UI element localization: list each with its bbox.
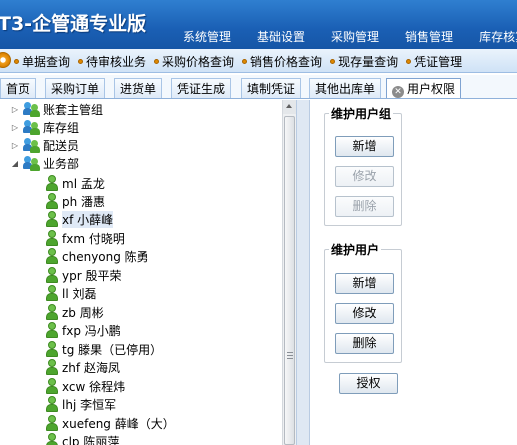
tab-user-permissions[interactable]: ✕ 用户权限 [386, 78, 462, 98]
user-icon [45, 230, 59, 246]
tree-user-selected[interactable]: xf 小薛峰 [45, 210, 114, 228]
tree-user[interactable]: chenyong 陈勇 [45, 247, 149, 265]
tree-user[interactable]: ml 孟龙 [45, 174, 105, 192]
user-icon [45, 359, 59, 375]
authorize-button[interactable]: 授权 [339, 373, 398, 394]
tree-user[interactable]: clp 陈丽萍 [45, 432, 119, 445]
gear-icon[interactable] [0, 52, 11, 68]
tree-group-inventory[interactable]: ▷ 库存组 [10, 118, 79, 136]
tree-user[interactable]: ll 刘磊 [45, 284, 96, 302]
tree-user[interactable]: tg 滕果（已停用） [45, 340, 162, 358]
user-box: 维护用户 新增 修改 删除 [324, 241, 402, 363]
user-icon [45, 304, 59, 320]
tree-user[interactable]: fxm 付晓明 [45, 229, 125, 247]
add-user-button[interactable]: 新增 [335, 273, 394, 294]
edit-user-button[interactable]: 修改 [335, 303, 394, 324]
tab-receipt[interactable]: 进货单 [114, 78, 163, 98]
scrollbar-thumb[interactable] [284, 116, 295, 445]
user-group-box: 维护用户组 新增 修改 删除 [324, 105, 402, 226]
menu-sales-management[interactable]: 销售管理 [405, 28, 453, 45]
tree-user[interactable]: ph 潘惠 [45, 192, 105, 210]
expand-icon[interactable]: ▷ [10, 141, 20, 150]
quick-document-query[interactable]: 单据查询 [14, 53, 70, 70]
menu-inventory-accounting[interactable]: 库存核算 [479, 28, 517, 45]
tab-voucher-fill[interactable]: 填制凭证 [241, 78, 302, 98]
app-header: T3-企管通专业版 系统管理 基础设置 采购管理 销售管理 库存核算 [0, 0, 517, 49]
group-icon [23, 119, 41, 135]
menu-basic-settings[interactable]: 基础设置 [257, 28, 305, 45]
user-icon [45, 175, 59, 191]
tab-user-permissions-label: 用户权限 [407, 82, 456, 96]
menu-purchase-management[interactable]: 采购管理 [331, 28, 379, 45]
scroll-up-icon[interactable] [283, 100, 296, 114]
quick-toolbar: 单据查询 待审核业务 采购价格查询 销售价格查询 现存量查询 凭证管理 [0, 49, 517, 73]
quick-pending-review[interactable]: 待审核业务 [78, 53, 146, 70]
tree-group-business-dept[interactable]: ◢ 业务部 [10, 154, 79, 172]
add-group-button[interactable]: 新增 [335, 136, 394, 157]
bullet-icon [242, 59, 248, 64]
quick-voucher-management[interactable]: 凭证管理 [406, 53, 462, 70]
tree-user[interactable]: zhf 赵海凤 [45, 358, 120, 376]
tab-voucher-generate[interactable]: 凭证生成 [171, 78, 232, 98]
bullet-icon [406, 59, 412, 64]
app-title: T3-企管通专业版 [0, 13, 147, 35]
close-icon[interactable]: ✕ [392, 86, 404, 98]
quick-stock-query[interactable]: 现存量查询 [330, 53, 398, 70]
tree-group-account-managers[interactable]: ▷ 账套主管组 [10, 100, 103, 118]
user-icon [45, 248, 59, 264]
action-panel: 维护用户组 新增 修改 删除 维护用户 新增 修改 删除 授权 [310, 100, 517, 445]
user-box-title: 维护用户 [329, 241, 382, 258]
user-icon [45, 285, 59, 301]
bullet-icon [154, 59, 160, 64]
bullet-icon [14, 59, 19, 64]
tree-scrollbar[interactable] [282, 100, 296, 445]
tab-bar: 首页 采购订单 进货单 凭证生成 填制凭证 其他出库单 ✕ 用户权限 [0, 75, 517, 99]
user-icon [45, 211, 59, 227]
user-icon [45, 322, 59, 338]
quick-sales-price-query[interactable]: 销售价格查询 [242, 53, 322, 70]
delete-group-button[interactable]: 删除 [335, 196, 394, 217]
tab-purchase-order[interactable]: 采购订单 [45, 78, 106, 98]
group-icon [23, 137, 41, 153]
bullet-icon [330, 59, 336, 64]
user-icon [45, 415, 59, 431]
user-group-box-title: 维护用户组 [329, 105, 394, 122]
delete-user-button[interactable]: 删除 [335, 333, 394, 354]
tree-user[interactable]: lhj 李恒军 [45, 395, 116, 413]
user-icon [45, 267, 59, 283]
panel-splitter[interactable] [296, 100, 310, 445]
user-icon [45, 433, 59, 445]
user-icon [45, 193, 59, 209]
user-tree: ▷ 账套主管组 ▷ 库存组 ▷ 配送员 ◢ 业务部 ml 孟龙 ph 潘惠 xf… [0, 100, 296, 445]
user-icon [45, 378, 59, 394]
group-icon [23, 155, 41, 171]
group-icon [23, 101, 41, 117]
tree-user[interactable]: ypr 殷平荣 [45, 266, 121, 284]
tree-user[interactable]: xcw 徐程炜 [45, 377, 125, 395]
bullet-icon [78, 59, 84, 64]
grip-icon [287, 352, 293, 360]
tree-user[interactable]: zb 周彬 [45, 303, 104, 321]
tree-group-delivery[interactable]: ▷ 配送员 [10, 136, 79, 154]
edit-group-button[interactable]: 修改 [335, 166, 394, 187]
expand-icon[interactable]: ▷ [10, 105, 20, 114]
user-icon [45, 341, 59, 357]
tab-other-outbound[interactable]: 其他出库单 [309, 78, 382, 98]
menu-system-management[interactable]: 系统管理 [183, 28, 231, 45]
expand-icon[interactable]: ▷ [10, 123, 20, 132]
quick-purchase-price-query[interactable]: 采购价格查询 [154, 53, 234, 70]
tab-home[interactable]: 首页 [0, 78, 37, 98]
tree-user[interactable]: fxp 冯小鹏 [45, 321, 121, 339]
collapse-icon[interactable]: ◢ [10, 159, 20, 168]
top-menu: 系统管理 基础设置 采购管理 销售管理 库存核算 [183, 28, 517, 45]
tree-user[interactable]: xuefeng 薛峰（大） [45, 414, 175, 432]
user-icon [45, 396, 59, 412]
